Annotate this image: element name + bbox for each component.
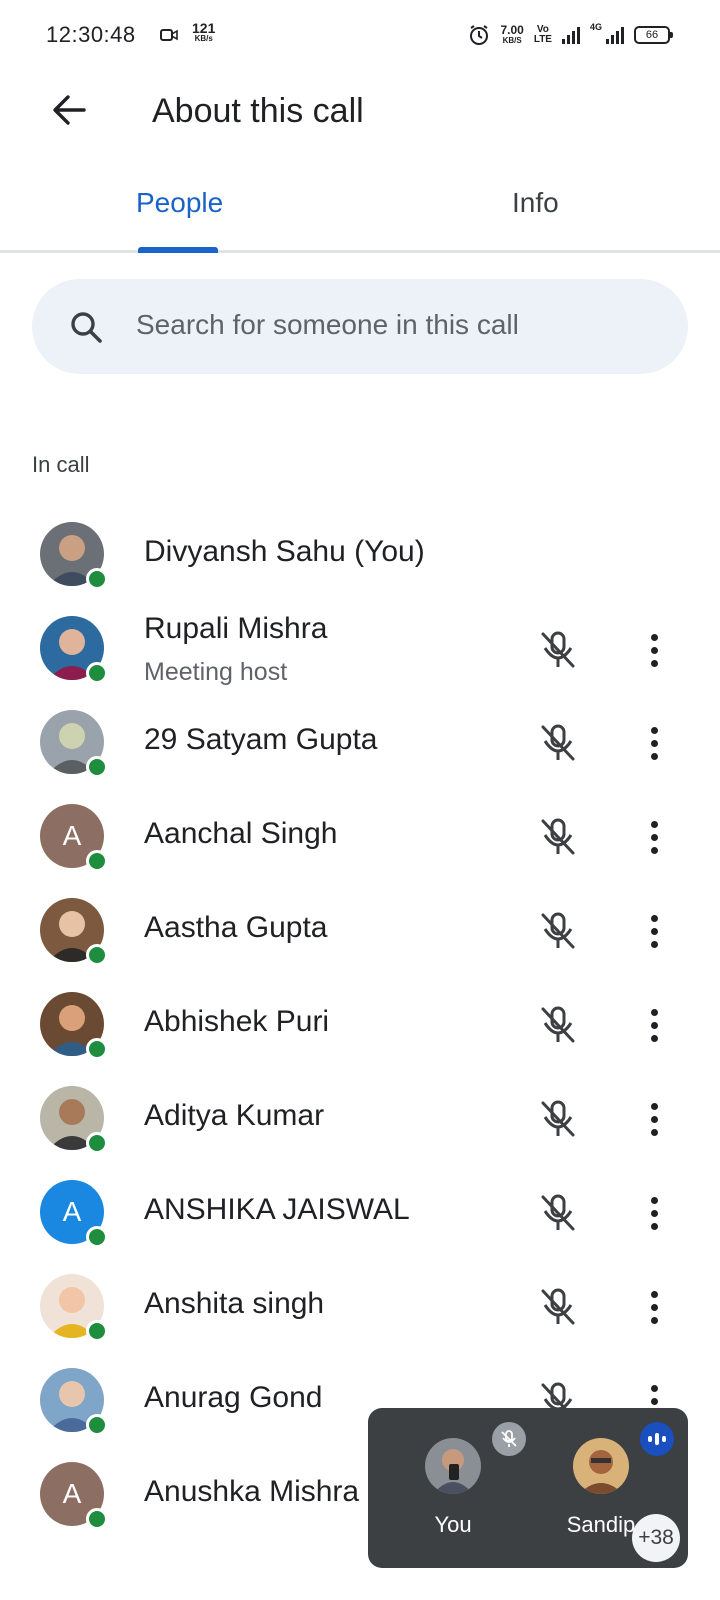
participant-name: Anushka Mishra bbox=[144, 1475, 360, 1508]
pip-overflow-count: +38 bbox=[632, 1514, 680, 1562]
online-status-dot bbox=[86, 756, 108, 778]
tab-bar: People Info bbox=[0, 165, 720, 253]
pip-avatar-other bbox=[573, 1438, 629, 1494]
online-status-dot bbox=[86, 944, 108, 966]
online-status-dot bbox=[86, 1508, 108, 1530]
mic-off-icon[interactable] bbox=[536, 909, 580, 953]
tab-selected-indicator bbox=[138, 247, 218, 253]
avatar-letter: A bbox=[62, 820, 82, 851]
participant-name: 29 Satyam Gupta bbox=[144, 723, 378, 756]
signal-strength-icon bbox=[561, 26, 580, 44]
participant-name: Aditya Kumar bbox=[144, 1099, 325, 1132]
arrow-back-icon bbox=[53, 95, 86, 125]
participant-name: Abhishek Puri bbox=[144, 1005, 330, 1038]
participant-name: Anurag Gond bbox=[144, 1381, 323, 1414]
mic-off-icon[interactable] bbox=[536, 1191, 580, 1235]
online-status-dot bbox=[86, 1320, 108, 1342]
participant-row[interactable]: A Aanchal Singh bbox=[0, 790, 720, 886]
search-icon bbox=[71, 312, 102, 343]
data-speed-unit: KB/s bbox=[194, 34, 213, 43]
network-speed-value: 7.00 bbox=[500, 22, 524, 37]
battery-icon: 66 bbox=[634, 26, 673, 44]
avatar-letter: A bbox=[62, 1196, 82, 1227]
speaking-indicator-icon bbox=[640, 1422, 674, 1456]
network-type: 4G bbox=[589, 22, 602, 32]
avatar bbox=[40, 522, 108, 590]
page-title: About this call bbox=[152, 92, 364, 130]
signal-strength-icon-2 bbox=[606, 26, 624, 44]
more-options-icon[interactable] bbox=[632, 721, 676, 765]
avatar bbox=[40, 616, 108, 684]
pip-label-you: You bbox=[434, 1512, 472, 1537]
participant-row[interactable]: Aditya Kumar bbox=[0, 1072, 720, 1168]
participant-role: Meeting host bbox=[144, 658, 288, 686]
participant-row[interactable]: A ANSHIKA JAISWAL bbox=[0, 1166, 720, 1262]
call-pip-window[interactable]: You Sandip +38 bbox=[368, 1408, 688, 1568]
online-status-dot bbox=[86, 850, 108, 872]
more-options-icon[interactable] bbox=[632, 1285, 676, 1329]
tab-people[interactable]: People bbox=[136, 187, 223, 219]
status-time: 12:30:48 bbox=[46, 22, 136, 47]
online-status-dot bbox=[86, 1226, 108, 1248]
video-camera-icon bbox=[160, 29, 178, 41]
search-input[interactable]: Search for someone in this call bbox=[32, 279, 688, 374]
avatar bbox=[40, 1274, 108, 1342]
online-status-dot bbox=[86, 1038, 108, 1060]
avatar: A bbox=[40, 1462, 108, 1530]
status-icons-right: 7.00 KB/S Vo LTE 4G 66 bbox=[468, 22, 673, 48]
participant-row[interactable]: Abhishek Puri bbox=[0, 978, 720, 1074]
mic-off-icon bbox=[501, 1430, 517, 1447]
online-status-dot bbox=[86, 568, 108, 590]
participant-row[interactable]: Anshita singh bbox=[0, 1260, 720, 1356]
alarm-icon bbox=[470, 25, 489, 45]
participant-name: ANSHIKA JAISWAL bbox=[144, 1193, 410, 1226]
mic-off-icon[interactable] bbox=[536, 815, 580, 859]
network-speed: 7.00 KB/S bbox=[500, 22, 524, 46]
avatar bbox=[40, 898, 108, 966]
avatar: A bbox=[40, 1180, 108, 1248]
data-speed-indicator: 121 KB/s bbox=[192, 21, 215, 44]
more-options-icon[interactable] bbox=[632, 628, 676, 672]
participant-row[interactable]: 29 Satyam Gupta bbox=[0, 696, 720, 792]
avatar: A bbox=[40, 804, 108, 872]
mic-off-icon[interactable] bbox=[536, 628, 580, 672]
participant-name: Anshita singh bbox=[144, 1287, 325, 1320]
avatar bbox=[40, 1368, 108, 1436]
section-label-in-call: In call bbox=[32, 452, 90, 477]
avatar-letter: A bbox=[62, 1478, 82, 1509]
pip-muted-badge bbox=[492, 1422, 526, 1456]
pip-avatar-you bbox=[425, 1438, 481, 1494]
online-status-dot bbox=[86, 662, 108, 684]
status-bar: 12:30:48 121 KB/s 7.00 KB/S Vo LTE 4G 66 bbox=[0, 0, 720, 70]
avatar bbox=[40, 1086, 108, 1154]
mic-off-icon[interactable] bbox=[536, 721, 580, 765]
battery-level: 66 bbox=[645, 29, 659, 41]
network-speed-unit: KB/S bbox=[502, 35, 522, 45]
volte-indicator: Vo LTE bbox=[534, 25, 552, 45]
participant-row[interactable]: Rupali Mishra Meeting host bbox=[0, 602, 720, 698]
avatar bbox=[40, 992, 108, 1060]
more-options-icon[interactable] bbox=[632, 1003, 676, 1047]
more-options-icon[interactable] bbox=[632, 1191, 676, 1235]
mic-off-icon[interactable] bbox=[536, 1097, 580, 1141]
participant-name: Divyansh Sahu (You) bbox=[144, 535, 425, 568]
participant-row[interactable]: Divyansh Sahu (You) bbox=[0, 508, 720, 604]
more-options-icon[interactable] bbox=[632, 1097, 676, 1141]
back-button[interactable] bbox=[46, 87, 92, 133]
participant-name: Aanchal Singh bbox=[144, 817, 338, 850]
participant-name: Rupali Mishra bbox=[144, 612, 328, 645]
more-options-icon[interactable] bbox=[632, 815, 676, 859]
avatar bbox=[40, 710, 108, 778]
mic-off-icon[interactable] bbox=[536, 1285, 580, 1329]
more-options-icon[interactable] bbox=[632, 909, 676, 953]
tab-info[interactable]: Info bbox=[512, 187, 559, 219]
online-status-dot bbox=[86, 1132, 108, 1154]
participant-row[interactable]: Aastha Gupta bbox=[0, 884, 720, 980]
app-bar: About this call bbox=[0, 70, 720, 150]
volte-bottom: LTE bbox=[533, 34, 552, 45]
participant-name: Aastha Gupta bbox=[144, 911, 328, 944]
mic-off-icon[interactable] bbox=[536, 1003, 580, 1047]
search-placeholder: Search for someone in this call bbox=[136, 309, 519, 340]
online-status-dot bbox=[86, 1414, 108, 1436]
